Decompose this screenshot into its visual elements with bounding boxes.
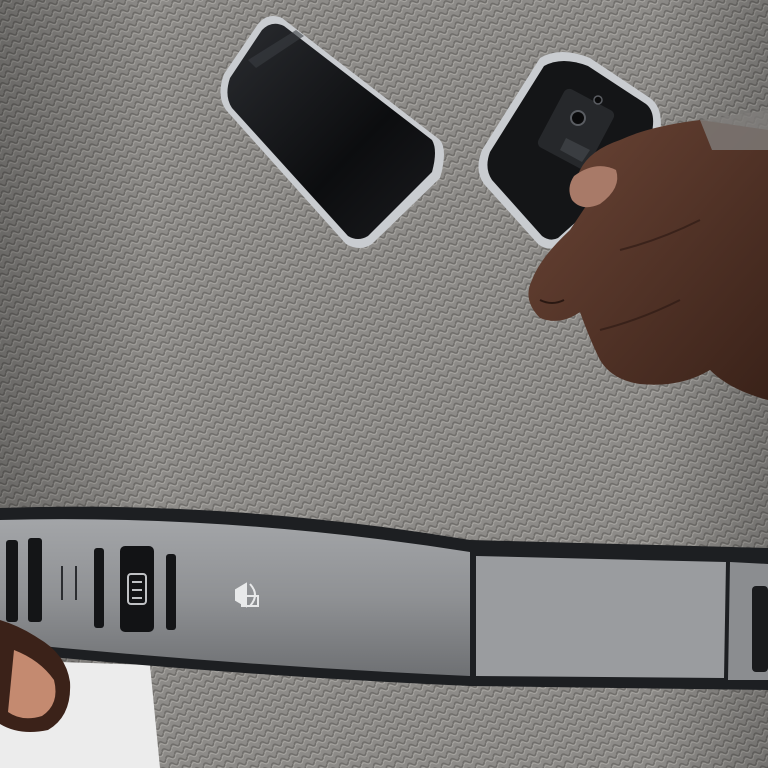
camera-lens-icon [570,110,586,126]
photo-scene [0,0,768,768]
belt-vent-2 [28,538,42,622]
belt-buckle-slot [752,586,768,672]
belt-vent-4 [166,554,176,630]
belt-vent-1 [6,540,18,622]
belt-vent-3 [94,548,104,628]
photo-illustration [0,0,768,768]
